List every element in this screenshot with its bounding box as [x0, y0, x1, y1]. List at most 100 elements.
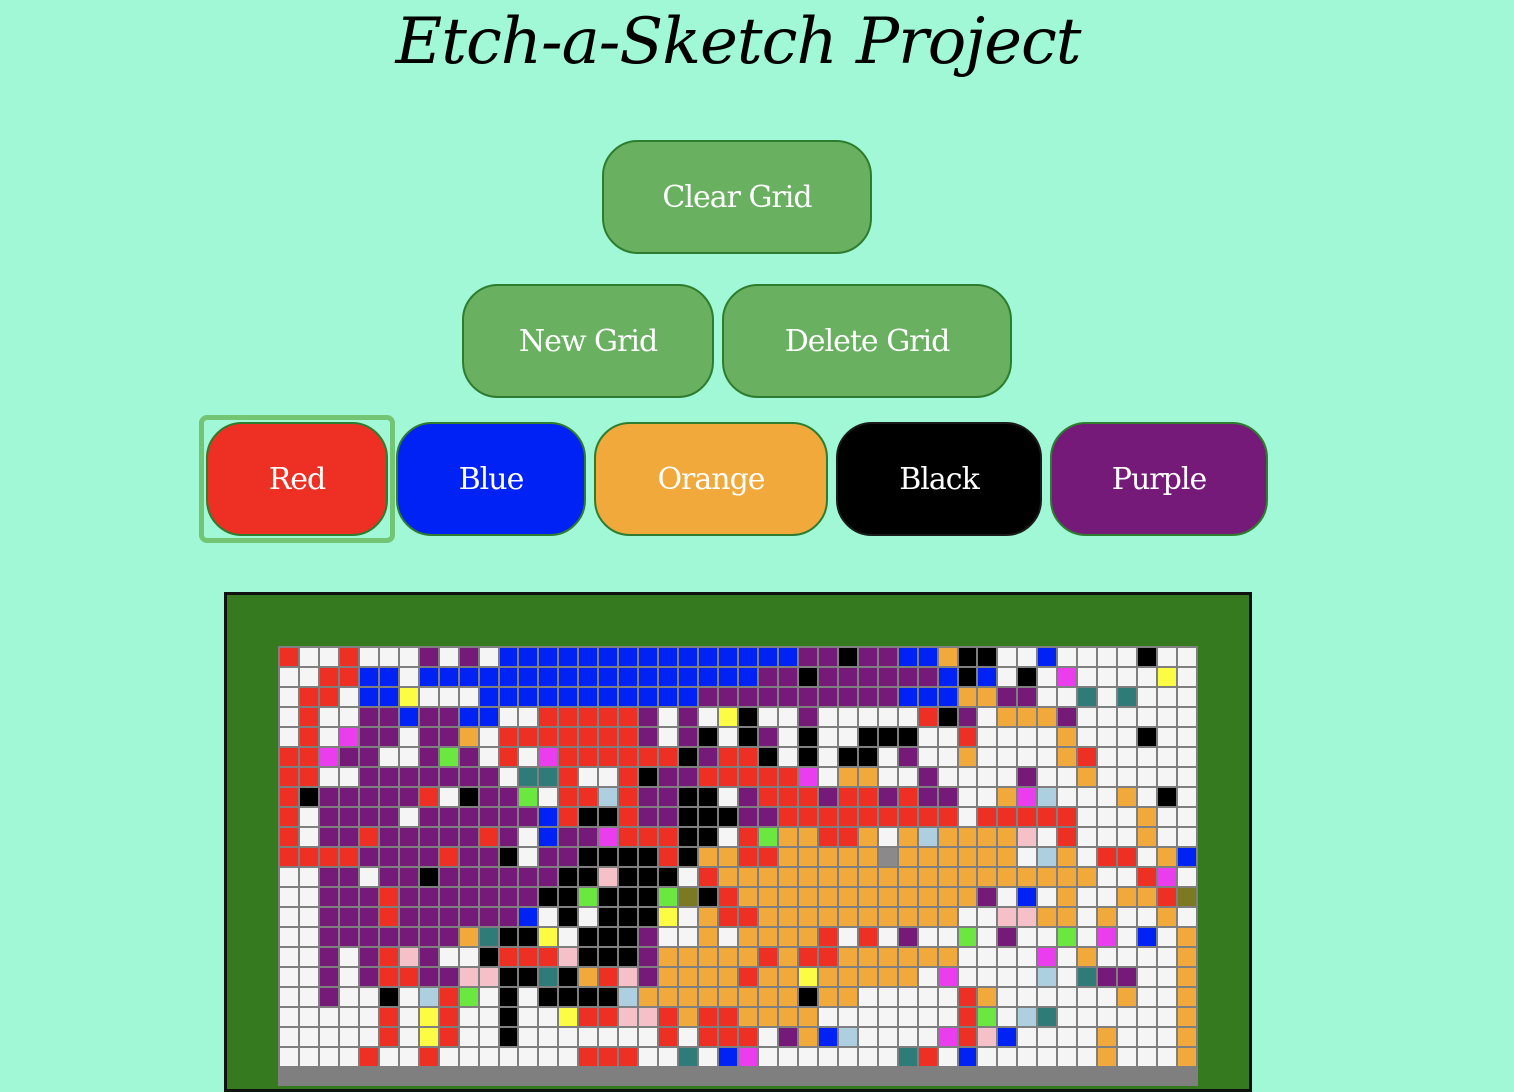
grid-cell[interactable] — [638, 647, 659, 667]
grid-cell[interactable] — [298, 747, 319, 767]
grid-cell[interactable] — [857, 887, 878, 907]
grid-cell[interactable] — [1157, 1007, 1178, 1027]
grid-cell[interactable] — [1077, 907, 1098, 927]
grid-cell[interactable] — [797, 947, 818, 967]
grid-cell[interactable] — [318, 727, 339, 747]
grid-cell[interactable] — [1057, 887, 1078, 907]
grid-cell[interactable] — [538, 867, 559, 887]
grid-cell[interactable] — [1177, 647, 1197, 667]
grid-cell[interactable] — [618, 727, 639, 747]
grid-cell[interactable] — [438, 647, 459, 667]
grid-cell[interactable] — [638, 847, 659, 867]
grid-cell[interactable] — [1097, 827, 1118, 847]
grid-cell[interactable] — [438, 1047, 459, 1067]
grid-cell[interactable] — [857, 1007, 878, 1027]
grid-cell[interactable] — [538, 707, 559, 727]
grid-cell[interactable] — [1077, 1007, 1098, 1027]
grid-cell[interactable] — [837, 647, 858, 667]
grid-cell[interactable] — [797, 707, 818, 727]
grid-cell[interactable] — [298, 667, 319, 687]
grid-cell[interactable] — [618, 707, 639, 727]
grid-cell[interactable] — [1037, 867, 1058, 887]
grid-cell[interactable] — [478, 827, 499, 847]
grid-cell[interactable] — [957, 847, 978, 867]
grid-cell[interactable] — [538, 687, 559, 707]
grid-cell[interactable] — [738, 927, 758, 947]
grid-cell[interactable] — [458, 707, 479, 727]
grid-cell[interactable] — [738, 1027, 758, 1047]
grid-cell[interactable] — [438, 807, 459, 827]
grid-cell[interactable] — [318, 867, 339, 887]
grid-cell[interactable] — [997, 927, 1018, 947]
grid-cell[interactable] — [458, 967, 479, 987]
grid-cell[interactable] — [678, 1047, 699, 1067]
grid-cell[interactable] — [837, 867, 858, 887]
grid-cell[interactable] — [857, 787, 878, 807]
grid-cell[interactable] — [418, 1007, 439, 1027]
grid-cell[interactable] — [897, 787, 918, 807]
grid-cell[interactable] — [1157, 847, 1178, 867]
grid-cell[interactable] — [957, 927, 978, 947]
grid-cell[interactable] — [857, 907, 878, 927]
grid-cell[interactable] — [518, 827, 539, 847]
grid-cell[interactable] — [738, 907, 758, 927]
grid-cell[interactable] — [977, 867, 998, 887]
grid-cell[interactable] — [757, 787, 778, 807]
grid-cell[interactable] — [518, 967, 539, 987]
grid-cell[interactable] — [378, 1007, 399, 1027]
grid-cell[interactable] — [797, 667, 818, 687]
grid-cell[interactable] — [1077, 1047, 1098, 1067]
grid-cell[interactable] — [658, 887, 679, 907]
grid-cell[interactable] — [738, 947, 758, 967]
grid-cell[interactable] — [997, 907, 1018, 927]
grid-cell[interactable] — [358, 747, 379, 767]
grid-cell[interactable] — [1137, 827, 1158, 847]
grid-cell[interactable] — [997, 667, 1018, 687]
grid-cell[interactable] — [937, 807, 958, 827]
grid-cell[interactable] — [538, 1007, 559, 1027]
grid-cell[interactable] — [937, 787, 958, 807]
grid-cell[interactable] — [957, 827, 978, 847]
grid-cell[interactable] — [797, 907, 818, 927]
grid-cell[interactable] — [338, 767, 359, 787]
grid-cell[interactable] — [698, 667, 719, 687]
grid-cell[interactable] — [458, 787, 479, 807]
grid-cell[interactable] — [398, 747, 419, 767]
grid-cell[interactable] — [398, 947, 419, 967]
grid-cell[interactable] — [1097, 647, 1118, 667]
grid-cell[interactable] — [318, 927, 339, 947]
grid-cell[interactable] — [678, 707, 699, 727]
grid-cell[interactable] — [518, 747, 539, 767]
grid-cell[interactable] — [817, 887, 838, 907]
grid-cell[interactable] — [1157, 967, 1178, 987]
grid-cell[interactable] — [1097, 1007, 1118, 1027]
grid-cell[interactable] — [917, 867, 938, 887]
grid-cell[interactable] — [458, 927, 479, 947]
grid-cell[interactable] — [318, 707, 339, 727]
grid-cell[interactable] — [498, 767, 519, 787]
grid-cell[interactable] — [817, 647, 838, 667]
grid-cell[interactable] — [418, 907, 439, 927]
grid-cell[interactable] — [658, 827, 679, 847]
grid-cell[interactable] — [279, 967, 299, 987]
grid-cell[interactable] — [658, 947, 679, 967]
grid-cell[interactable] — [578, 927, 599, 947]
grid-cell[interactable] — [498, 667, 519, 687]
grid-cell[interactable] — [1117, 807, 1138, 827]
grid-cell[interactable] — [438, 767, 459, 787]
grid-cell[interactable] — [777, 927, 798, 947]
grid-cell[interactable] — [797, 1027, 818, 1047]
grid-cell[interactable] — [1077, 987, 1098, 1007]
grid-cell[interactable] — [1137, 987, 1158, 1007]
grid-cell[interactable] — [718, 827, 738, 847]
grid-cell[interactable] — [877, 807, 898, 827]
grid-cell[interactable] — [777, 667, 798, 687]
grid-cell[interactable] — [578, 887, 599, 907]
grid-cell[interactable] — [498, 1007, 519, 1027]
grid-cell[interactable] — [298, 647, 319, 667]
grid-cell[interactable] — [1037, 1007, 1058, 1027]
grid-cell[interactable] — [857, 947, 878, 967]
grid-cell[interactable] — [418, 1047, 439, 1067]
grid-cell[interactable] — [1137, 1007, 1158, 1027]
grid-cell[interactable] — [378, 907, 399, 927]
